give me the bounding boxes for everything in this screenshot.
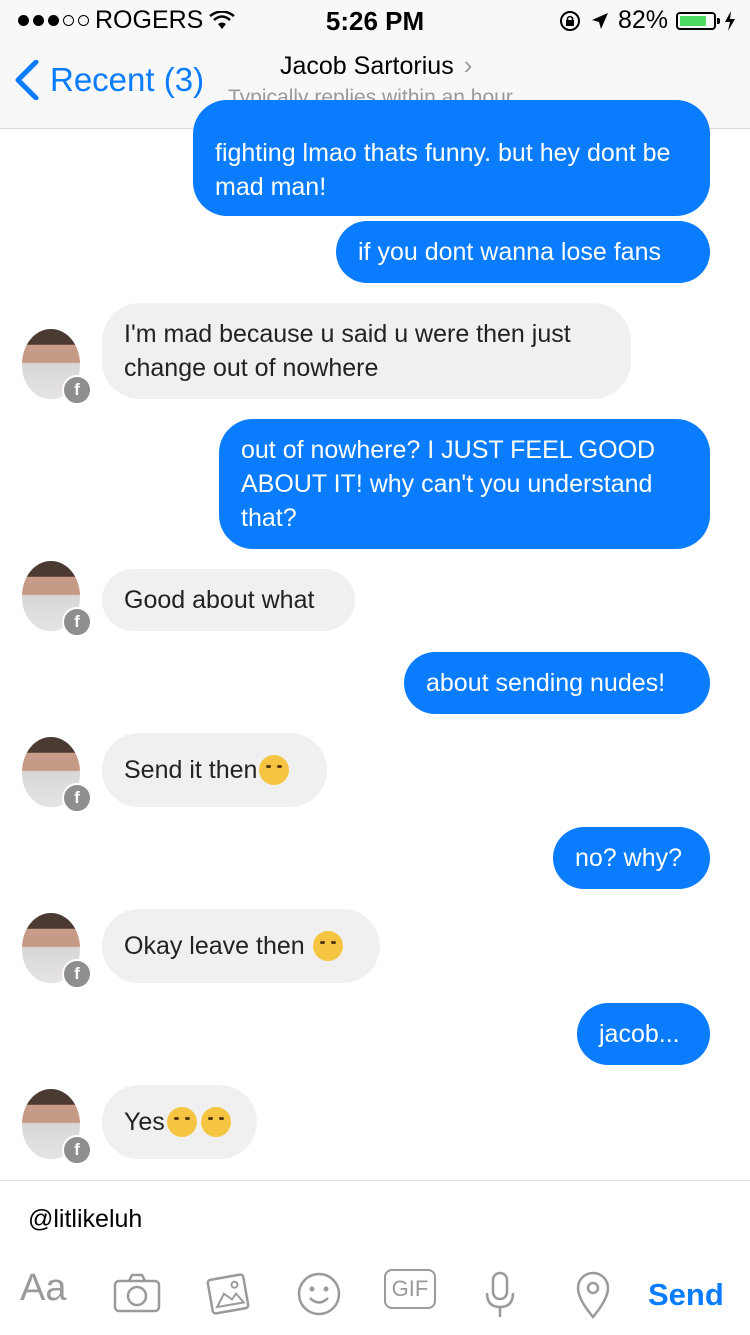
aa-label: Aa [20, 1267, 67, 1309]
composer: @litlikeluh Aa GIF Send [0, 1180, 750, 1335]
chevron-right-icon: › [463, 50, 473, 80]
facebook-badge-icon: f [62, 607, 92, 637]
message-text: I'm mad because u said u were then just … [124, 320, 571, 382]
contact-avatar[interactable]: f [22, 329, 92, 405]
message-bubble-outgoing[interactable]: about sending nudes! [404, 652, 710, 714]
facebook-badge-icon: f [62, 959, 92, 989]
contact-avatar[interactable]: f [22, 561, 92, 637]
message-text: Okay leave then [124, 932, 305, 960]
chevron-left-icon [15, 60, 39, 100]
unamused-emoji [166, 1107, 197, 1137]
rotation-lock-icon [559, 10, 580, 31]
message-bubble-incoming[interactable]: Good about what [102, 569, 355, 631]
message-bubble-incoming[interactable]: I'm mad because u said u were then just … [102, 303, 631, 399]
send-button[interactable]: Send [648, 1277, 724, 1313]
contact-avatar[interactable]: f [22, 1089, 92, 1165]
message-text: jacob... [599, 1020, 680, 1048]
message-text: Send it then [124, 756, 258, 784]
contact-avatar[interactable]: f [22, 913, 92, 989]
facebook-badge-icon: f [62, 375, 92, 405]
microphone-icon[interactable] [482, 1271, 518, 1319]
status-right: 82% [558, 6, 736, 35]
message-bubble-outgoing[interactable]: if you dont wanna lose fans [336, 221, 710, 283]
message-text: Good about what [124, 586, 315, 614]
message-bubble-incoming[interactable]: Send it then [102, 733, 327, 807]
message-input[interactable]: @litlikeluh [28, 1205, 142, 1234]
message-text: fighting lmao thats funny. but hey dont … [215, 139, 671, 201]
battery-percent: 82% [617, 6, 668, 34]
message-text: out of nowhere? I JUST FEEL GOOD ABOUT I… [241, 436, 656, 532]
message-bubble-incoming[interactable]: Yes [102, 1085, 257, 1159]
message-bubble-incoming[interactable]: Okay leave then [102, 909, 380, 983]
location-pin-icon[interactable] [574, 1271, 612, 1319]
message-bubble-outgoing[interactable]: out of nowhere? I JUST FEEL GOOD ABOUT I… [219, 419, 710, 549]
message-bubble-outgoing[interactable]: no? why? [553, 827, 710, 889]
message-text: Yes [124, 1108, 165, 1136]
message-text: if you dont wanna lose fans [358, 238, 661, 266]
photo-gallery-icon[interactable] [204, 1271, 252, 1317]
gif-label: GIF [391, 1276, 429, 1301]
message-text: no? why? [575, 844, 683, 872]
contact-name: Jacob Sartorius [280, 52, 454, 80]
message-bubble-outgoing[interactable]: jacob... [577, 1003, 710, 1065]
facebook-badge-icon: f [62, 1135, 92, 1165]
contact-name-button[interactable]: Jacob Sartorius › [280, 50, 472, 81]
grimacing-emoji [312, 931, 343, 961]
camera-icon[interactable] [112, 1271, 162, 1315]
back-button[interactable]: Recent (3) [14, 60, 204, 100]
facebook-badge-icon: f [62, 783, 92, 813]
gif-button[interactable]: GIF [384, 1269, 436, 1309]
location-arrow-icon [591, 12, 608, 29]
kissing-heart-emoji [259, 755, 290, 785]
text-format-button[interactable]: Aa [20, 1267, 66, 1310]
charging-bolt-icon [725, 10, 735, 31]
status-bar: ROGERS 5:26 PM 82% [0, 0, 750, 40]
back-label: Recent (3) [50, 61, 205, 98]
contact-avatar[interactable]: f [22, 737, 92, 813]
emoji-icon[interactable] [296, 1271, 342, 1317]
composer-toolbar: Aa GIF Send [0, 1261, 750, 1335]
message-bubble-outgoing[interactable]: fighting lmao thats funny. but hey dont … [193, 100, 710, 216]
battery-icon [676, 11, 720, 30]
disappointed-emoji [200, 1107, 231, 1137]
message-text: about sending nudes! [426, 669, 666, 697]
